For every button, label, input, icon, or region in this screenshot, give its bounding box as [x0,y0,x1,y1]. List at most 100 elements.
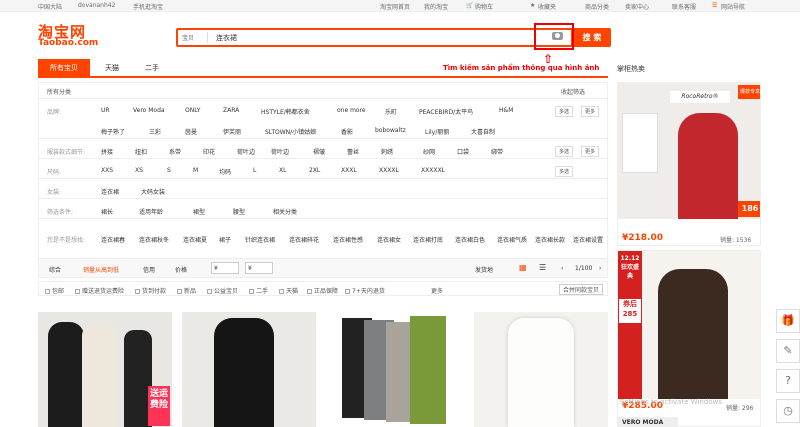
brand-multi-button[interactable]: 多选 [555,106,574,117]
style-option[interactable]: 蕾丝 [347,147,359,156]
condition-dropdown[interactable]: 裙型 [193,207,205,216]
brand-option[interactable]: 茵曼 [185,127,197,136]
style-option[interactable]: 纱网 [423,147,435,156]
option-genuine[interactable]: 正品保障 [307,286,338,295]
option-tmall[interactable]: 天猫 [279,286,298,295]
related-search-link[interactable]: 连衣裙秋冬 [139,235,169,244]
brand-option[interactable]: PEACEBIRD/太平鸟 [419,107,473,116]
size-option[interactable]: L [253,167,256,174]
mobile-link[interactable]: 手机逛淘宝 [133,2,163,11]
size-option[interactable]: XXXXL [379,167,399,174]
brand-option[interactable]: UR [101,107,110,114]
cart-icon[interactable]: 🛒 [466,2,473,9]
brand-option[interactable]: one more [337,107,366,114]
type-option[interactable]: 大码女装 [141,187,165,196]
edit-icon[interactable]: ✎ [776,339,800,363]
condition-dropdown[interactable]: 裙长 [101,207,113,216]
size-multi-button[interactable]: 多选 [555,166,574,177]
related-search-link[interactable]: 针织连衣裙 [245,235,275,244]
cart-link[interactable]: 购物车 [475,2,493,11]
product-card[interactable] [182,312,316,427]
sort-default[interactable]: 综合 [49,265,61,274]
brand-option[interactable]: 大喜自制 [471,127,495,136]
seller-center-link[interactable]: 卖家中心 [625,2,649,11]
related-search-link[interactable]: 连衣裙气质 [497,235,527,244]
condition-dropdown[interactable]: 适用年龄 [139,207,163,216]
size-option[interactable]: M [193,167,198,174]
option-free-shipping[interactable]: 包邮 [45,286,64,295]
sort-price[interactable]: 价格 [175,265,187,274]
style-option[interactable]: 系带 [169,147,181,156]
product-card[interactable]: 送运费险 [38,312,172,427]
region-link[interactable]: 中国大陆 [38,2,62,11]
tab-tmall[interactable]: 天猫 [94,59,130,78]
brand-option[interactable]: 乐町 [385,107,397,116]
brand-option[interactable]: bobowaltz [375,127,406,134]
favorites-link[interactable]: 收藏夹 [538,2,556,11]
related-search-link[interactable]: 连衣裙夏 [183,235,207,244]
site-nav-link[interactable]: 网站导航 [721,2,745,11]
search-button[interactable]: 搜 索 [573,28,611,47]
brand-option[interactable]: H&M [499,107,513,114]
related-search-link[interactable]: 连衣裙碎花 [289,235,319,244]
options-more-button[interactable]: 更多 [431,286,443,295]
style-option[interactable]: 绑带 [491,147,503,156]
brand-option[interactable]: ONLY [185,107,200,114]
related-search-link[interactable]: 连衣裙长款 [535,235,565,244]
option-7day-return[interactable]: 7+天内退货 [345,286,385,295]
merge-same-button[interactable]: 合并同款宝贝 [559,284,604,295]
size-option[interactable]: XXS [101,167,113,174]
condition-dropdown[interactable]: 相关分类 [273,207,297,216]
style-option[interactable]: 口袋 [457,147,469,156]
brand-option[interactable]: HSTYLE/韩都衣舍 [261,107,310,116]
contact-link[interactable]: 联系客服 [672,2,696,11]
prev-page-icon[interactable]: ‹ [561,265,563,272]
type-option[interactable]: 连衣裙 [101,187,119,196]
brand-option[interactable]: ZARA [223,107,239,114]
sort-credit[interactable]: 信用 [143,265,155,274]
home-link[interactable]: 淘宝网首页 [380,2,410,11]
next-page-icon[interactable]: › [599,265,601,272]
size-option[interactable]: 均码 [219,167,231,176]
style-more-button[interactable]: 更多 [581,146,600,157]
size-option[interactable]: XXXXXL [421,167,445,174]
related-search-link[interactable]: 连衣裙白色 [455,235,485,244]
option-return-insurance[interactable]: 赠送退货运费险 [75,286,124,295]
brand-option[interactable]: Lily/丽丽 [425,127,449,136]
related-search-link[interactable]: 连衣裙女 [377,235,401,244]
breadcrumb[interactable]: 所有分类 [47,87,71,96]
taobao-logo-en[interactable]: Taobao.com [38,38,98,48]
related-search-link[interactable]: 连衣裙性感 [333,235,363,244]
tab-all[interactable]: 所有宝贝 [38,59,90,78]
style-multi-button[interactable]: 多选 [555,146,574,157]
style-option[interactable]: 荷叶边 [237,147,255,156]
user-link[interactable]: dovananh42 [78,2,115,9]
option-new[interactable]: 新品 [177,286,196,295]
help-icon[interactable]: ? [776,369,800,393]
related-search-link[interactable]: 连衣裙春 [101,235,125,244]
style-option[interactable]: 刺绣 [381,147,393,156]
option-cod[interactable]: 货到付款 [135,286,166,295]
brand-option[interactable]: 梅子熟了 [101,127,125,136]
search-input[interactable]: 连衣裙 [216,33,237,43]
size-option[interactable]: XL [279,167,286,174]
size-option[interactable]: XS [135,167,143,174]
brand-option[interactable]: 伊芙丽 [223,127,241,136]
style-option[interactable]: 荷叶边 [271,147,289,156]
price-to-input[interactable]: ¥ [245,262,273,274]
brand-option[interactable]: Vero Moda [133,107,165,114]
option-charity[interactable]: 公益宝贝 [207,286,238,295]
tab-secondhand[interactable]: 二手 [134,59,170,78]
size-option[interactable]: XXXL [341,167,357,174]
product-card[interactable] [330,312,464,427]
related-search-link[interactable]: 裙子 [219,235,231,244]
size-option[interactable]: S [167,167,171,174]
product-card[interactable] [474,312,608,427]
brand-option[interactable]: 三彩 [149,127,161,136]
sort-sales[interactable]: 销量从高到低 [83,265,119,274]
style-option[interactable]: 拼接 [101,147,113,156]
condition-dropdown[interactable]: 腰型 [233,207,245,216]
style-option[interactable]: 纽扣 [135,147,147,156]
brand-option[interactable]: 香影 [341,127,353,136]
ship-from-dropdown[interactable]: 发货地 [475,265,493,274]
